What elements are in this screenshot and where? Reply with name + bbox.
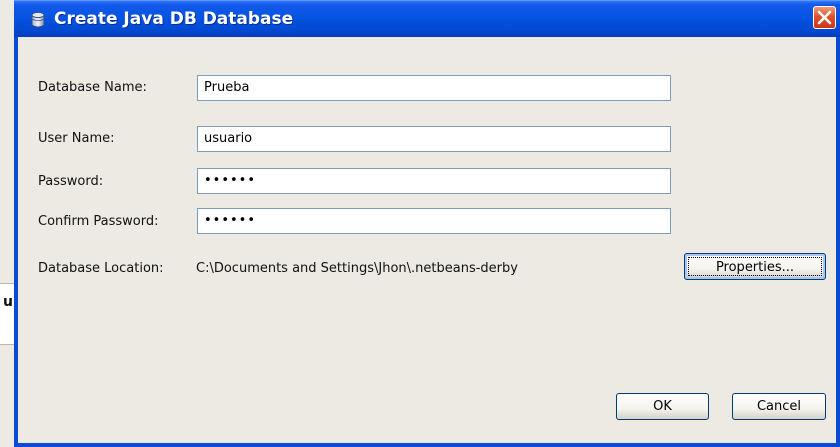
password-input[interactable]: •••••• <box>197 168 671 194</box>
database-location-label: Database Location: <box>38 261 164 276</box>
dialog-title: Create Java DB Database <box>54 9 294 29</box>
ok-button-label: OK <box>653 399 672 414</box>
user-name-input[interactable]: usuario <box>197 126 671 152</box>
create-java-db-dialog: Create Java DB Database Database Name: P… <box>14 0 840 447</box>
database-name-label: Database Name: <box>38 80 147 95</box>
properties-button[interactable]: Properties... <box>684 253 826 280</box>
close-button[interactable] <box>813 6 836 29</box>
confirm-password-label: Confirm Password: <box>38 214 159 229</box>
dialog-titlebar[interactable]: Create Java DB Database <box>14 0 840 37</box>
database-location-value: C:\Documents and Settings\Jhon\.netbeans… <box>196 261 518 276</box>
dialog-content: Database Name: Prueba User Name: usuario… <box>18 37 836 443</box>
close-icon <box>817 10 832 25</box>
properties-button-label: Properties... <box>688 257 822 276</box>
database-name-input[interactable]: Prueba <box>197 75 671 101</box>
password-label: Password: <box>38 174 104 189</box>
screen: u Create Java DB Database Database Name:… <box>0 0 840 447</box>
cancel-button[interactable]: Cancel <box>732 393 826 420</box>
confirm-password-input[interactable]: •••••• <box>197 208 671 234</box>
user-name-label: User Name: <box>38 131 115 146</box>
background-text: u <box>3 294 13 310</box>
ok-button[interactable]: OK <box>616 393 709 420</box>
cancel-button-label: Cancel <box>756 399 802 414</box>
database-cylinder-icon <box>28 10 48 30</box>
background-panel: u <box>0 283 14 345</box>
